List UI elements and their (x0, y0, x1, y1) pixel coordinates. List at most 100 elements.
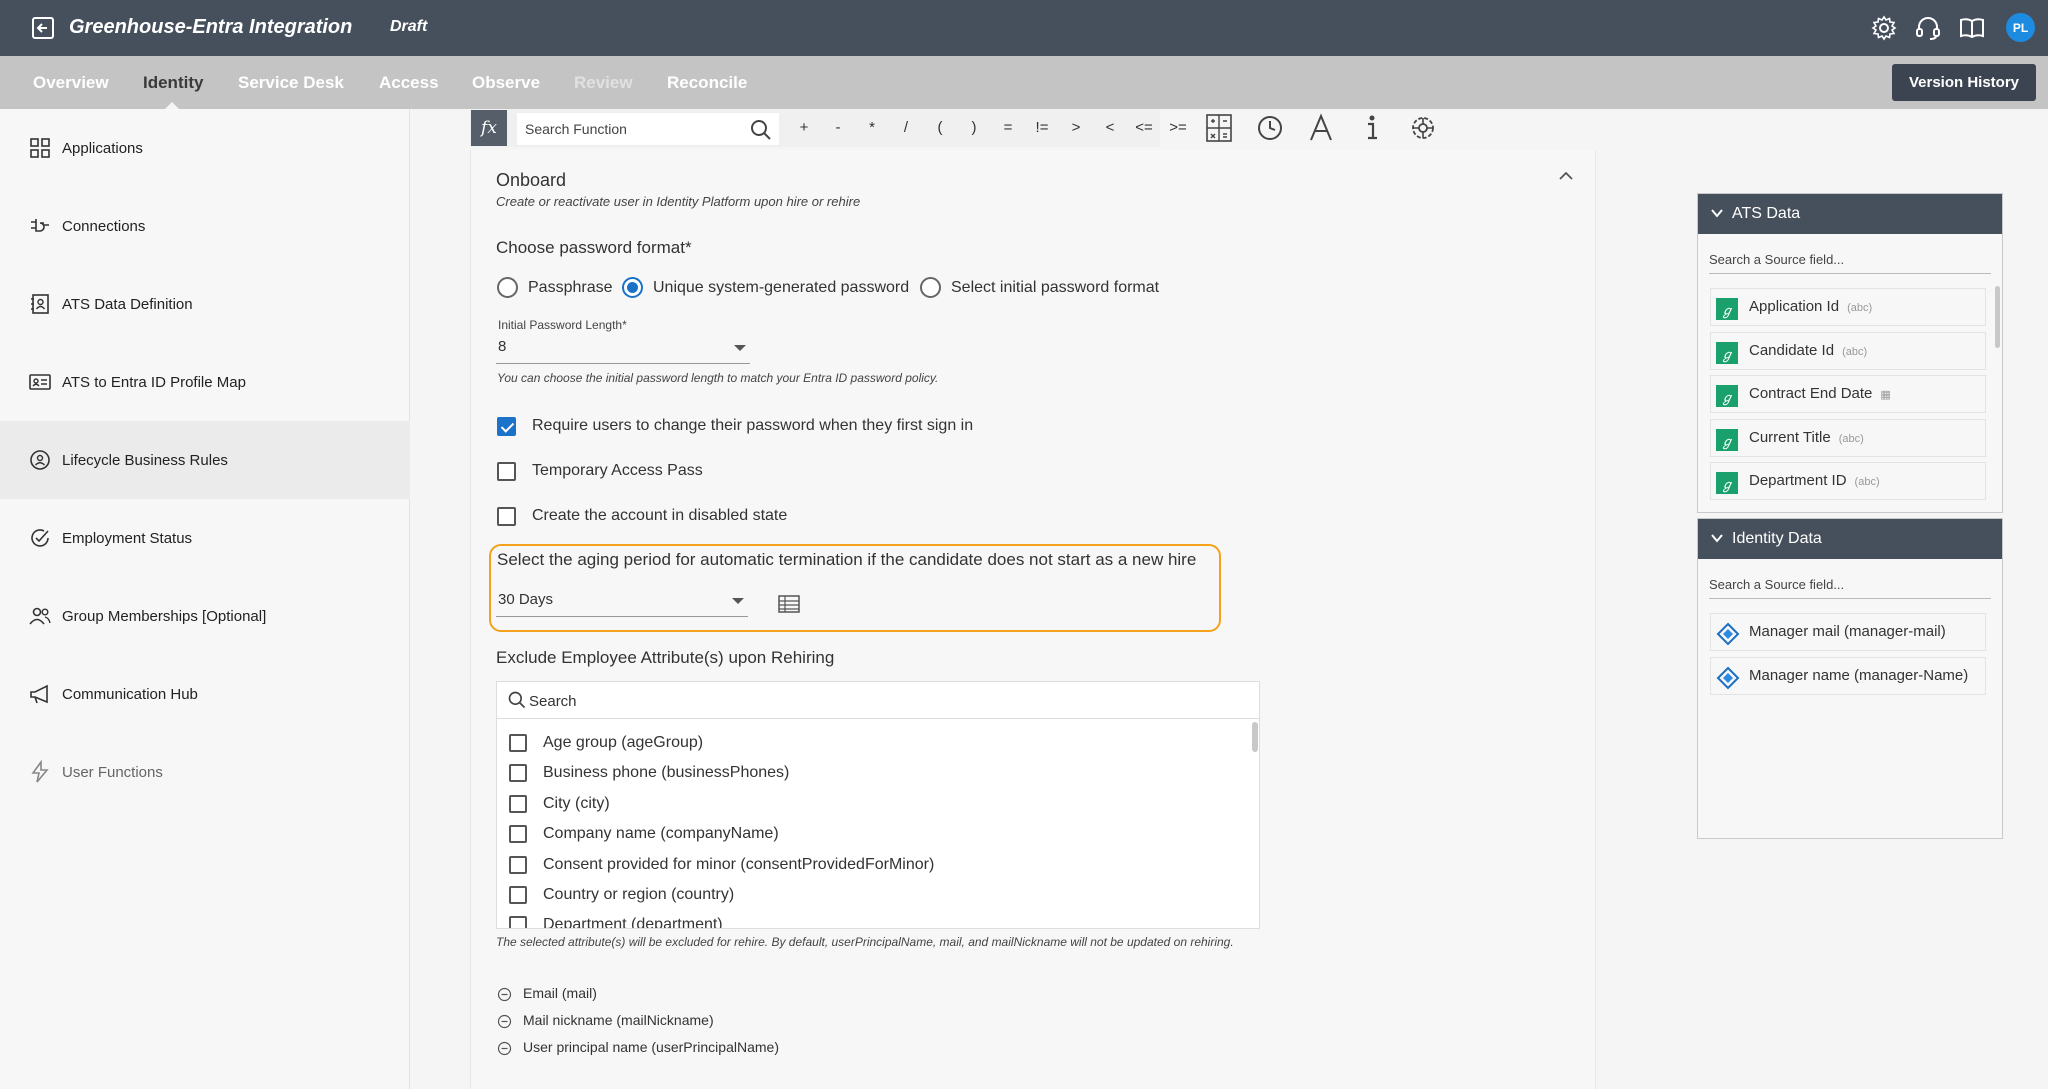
operator-plus[interactable]: + (790, 119, 818, 136)
password-length-dropdown[interactable]: 8 (496, 334, 750, 364)
text-format-icon[interactable] (1306, 113, 1336, 143)
ai-brain-icon[interactable] (1408, 113, 1438, 143)
aging-period-dropdown[interactable]: 30 Days (496, 587, 748, 617)
operator-close-paren[interactable]: ) (960, 119, 988, 136)
gear-icon[interactable] (1870, 14, 1898, 42)
sidebar-item-label: ATS to Entra ID Profile Map (62, 373, 246, 391)
attribute-checkbox[interactable] (509, 916, 527, 928)
chevron-down-icon[interactable] (1710, 531, 1724, 545)
attribute-checkbox[interactable] (509, 856, 527, 874)
exclude-attributes-label: Exclude Employee Attribute(s) upon Rehir… (496, 648, 835, 667)
operator-minus[interactable]: - (824, 119, 852, 136)
identity-data-title: Identity Data (1732, 530, 1822, 547)
function-search-input[interactable] (525, 119, 745, 139)
radio-unique-password[interactable] (622, 277, 643, 298)
tab-service-desk[interactable]: Service Desk (238, 73, 344, 93)
identity-field[interactable]: Manager mail (manager-mail) (1710, 613, 1986, 651)
sidebar-item-ats-data-definition[interactable]: ATS Data Definition (0, 265, 410, 343)
sidebar-item-profile-map[interactable]: ATS to Entra ID Profile Map (0, 343, 410, 421)
ats-source-search[interactable] (1709, 244, 1991, 274)
ats-source-search-input[interactable] (1709, 250, 1979, 268)
sidebar-item-label: Communication Hub (62, 685, 198, 703)
chevron-up-icon[interactable] (1556, 166, 1576, 186)
table-icon[interactable] (777, 594, 801, 614)
avatar[interactable]: PL (2006, 13, 2035, 42)
ats-field[interactable]: ℊ Department ID (abc) (1710, 462, 1986, 500)
identity-source-search-input[interactable] (1709, 575, 1979, 593)
status-badge: Draft (390, 18, 428, 35)
operator-equals[interactable]: = (994, 119, 1022, 136)
ats-field[interactable]: ℊ Contract End Date ▦ (1710, 375, 1986, 413)
operator-not-equals[interactable]: != (1028, 119, 1056, 136)
operator-open-paren[interactable]: ( (926, 119, 954, 136)
field-name: Manager mail (manager-mail) (1749, 623, 1946, 640)
sidebar-item-applications[interactable]: Applications (0, 109, 410, 187)
field-name: Current Title (1749, 429, 1831, 446)
tab-overview[interactable]: Overview (33, 73, 109, 93)
radio-select-initial-format[interactable] (920, 277, 941, 298)
identity-field[interactable]: Manager name (manager-Name) (1710, 657, 1986, 695)
sidebar-item-lifecycle-business-rules[interactable]: Lifecycle Business Rules (0, 421, 410, 499)
sidebar-item-communication-hub[interactable]: Communication Hub (0, 655, 410, 733)
ats-field[interactable]: ℊ Current Title (abc) (1710, 419, 1986, 457)
tab-observe[interactable]: Observe (472, 73, 540, 93)
sidebar-item-label: Connections (62, 217, 146, 235)
checkbox-temporary-access-pass[interactable] (497, 462, 516, 481)
attribute-checkbox[interactable] (509, 886, 527, 904)
attribute-checkbox[interactable] (509, 825, 527, 843)
attribute-search[interactable] (497, 682, 1259, 719)
operator-greater[interactable]: > (1062, 119, 1090, 136)
operator-less-equal[interactable]: <= (1130, 119, 1158, 136)
top-bar: Greenhouse-Entra Integration Draft PL (0, 0, 2048, 56)
sidebar-item-connections[interactable]: Connections (0, 187, 410, 265)
section-subtitle: Create or reactivate user in Identity Pl… (496, 194, 861, 209)
sidebar-item-label: Lifecycle Business Rules (62, 451, 228, 469)
search-icon[interactable] (749, 118, 773, 142)
tab-reconcile[interactable]: Reconcile (667, 73, 747, 93)
attribute-checkbox[interactable] (509, 734, 527, 752)
book-icon[interactable] (1958, 14, 1986, 42)
tab-identity[interactable]: Identity (143, 73, 203, 93)
field-name: Manager name (manager-Name) (1749, 667, 1969, 684)
chevron-down-icon[interactable] (1710, 206, 1724, 220)
ats-panel-scrollbar[interactable] (1995, 286, 2000, 348)
version-history-button[interactable]: Version History (1892, 64, 2036, 101)
headset-icon[interactable] (1914, 14, 1942, 42)
operator-divide[interactable]: / (892, 119, 920, 136)
fx-icon[interactable]: fx (471, 110, 507, 146)
tab-access[interactable]: Access (379, 73, 439, 93)
checkbox-label: Create the account in disabled state (532, 507, 788, 524)
ats-field[interactable]: ℊ Application Id (abc) (1710, 288, 1986, 326)
radio-passphrase[interactable] (497, 277, 518, 298)
attribute-search-input[interactable] (529, 691, 1229, 711)
sidebar-item-user-functions[interactable]: User Functions (0, 733, 410, 811)
field-name: Application Id (1749, 298, 1840, 315)
excluded-default-label: Email (mail) (523, 985, 597, 1001)
sidebar-item-group-memberships[interactable]: Group Memberships [Optional] (0, 577, 410, 655)
identity-data-panel: Identity Data Manager mail (manager-mail… (1697, 518, 2003, 839)
password-length-value: 8 (498, 338, 507, 355)
sidebar-item-employment-status[interactable]: Employment Status (0, 499, 410, 577)
grid-icon (30, 138, 50, 158)
identity-source-search[interactable] (1709, 569, 1991, 599)
back-icon[interactable] (30, 15, 56, 41)
operator-less[interactable]: < (1096, 119, 1124, 136)
ats-field[interactable]: ℊ Candidate Id (abc) (1710, 332, 1986, 370)
identity-data-header[interactable]: Identity Data (1698, 519, 2002, 559)
operator-multiply[interactable]: * (858, 119, 886, 136)
radio-label: Select initial password format (951, 279, 1160, 296)
checkbox-disabled-state[interactable] (497, 507, 516, 526)
checkbox-require-change-password[interactable] (497, 417, 516, 436)
calculator-icon[interactable] (1204, 113, 1234, 143)
list-scrollbar[interactable] (1252, 722, 1258, 752)
attribute-checkbox[interactable] (509, 764, 527, 782)
operator-greater-equal[interactable]: >= (1164, 119, 1192, 136)
field-type: (abc) (1842, 346, 1868, 358)
clock-icon[interactable] (1255, 113, 1285, 143)
attribute-list: Age group (ageGroup) Business phone (bus… (497, 720, 1247, 928)
attribute-checkbox[interactable] (509, 795, 527, 813)
info-icon[interactable] (1357, 113, 1387, 143)
ats-data-header[interactable]: ATS Data (1698, 194, 2002, 234)
function-search[interactable] (516, 112, 780, 146)
aging-period-value: 30 Days (498, 591, 554, 608)
